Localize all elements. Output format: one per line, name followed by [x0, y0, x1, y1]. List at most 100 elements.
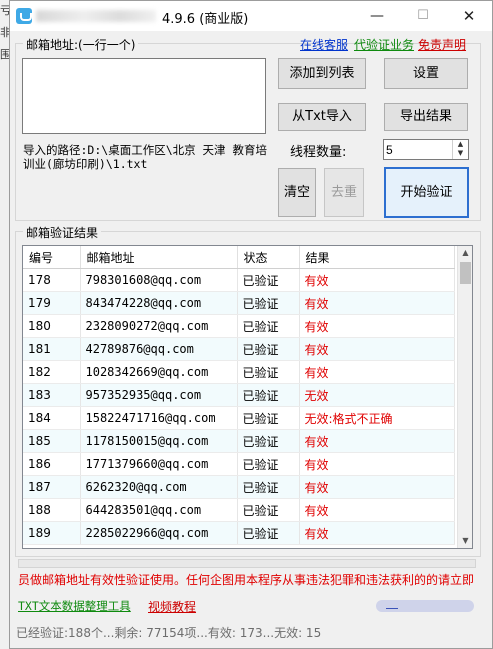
- video-tutorial-link[interactable]: 视频教程: [148, 598, 196, 615]
- scroll-down-icon[interactable]: ▼: [458, 534, 472, 548]
- cell-status: 已验证: [237, 314, 300, 338]
- start-verify-button[interactable]: 开始验证: [384, 167, 469, 218]
- maximize-button[interactable]: ☐: [400, 1, 446, 31]
- cell-status: 已验证: [237, 360, 300, 384]
- cell-result: 有效: [299, 475, 455, 499]
- cell-email: 1178150015@qq.com: [80, 429, 238, 453]
- cell-id: 182: [23, 360, 81, 384]
- cell-email: 1771379660@qq.com: [80, 452, 238, 476]
- table-row[interactable]: 184 15822471716@qq.com 已验证 无效:格式不正确: [23, 406, 455, 430]
- table-row[interactable]: 179 843474228@qq.com 已验证 有效: [23, 291, 455, 315]
- scroll-up-icon[interactable]: ▲: [458, 246, 472, 260]
- minimize-button[interactable]: —: [354, 1, 400, 31]
- table-row[interactable]: 178 798301608@qq.com 已验证 有效: [23, 268, 455, 292]
- cell-id: 178: [23, 268, 81, 292]
- app-window: 4.9.6 (商业版) — ☐ ✕ 邮箱地址:(一行一个) 在线客服 代验证业务…: [9, 0, 493, 649]
- import-txt-button[interactable]: 从Txt导入: [278, 103, 366, 131]
- cell-status: 已验证: [237, 337, 300, 361]
- column-header-id[interactable]: 编号: [23, 246, 81, 269]
- cell-email: 42789876@qq.com: [80, 337, 238, 361]
- cell-id: 180: [23, 314, 81, 338]
- import-path-text: 导入的路径:D:\桌面工作区\北京 天津 教育培训业(廊坊印刷)\1.txt: [23, 143, 267, 171]
- thread-count-input[interactable]: [386, 142, 450, 158]
- cell-result: 有效: [299, 360, 455, 384]
- status-bar-text: 已经验证:188个...剩余: 77154项...有效: 173...无效: 1…: [16, 626, 322, 640]
- cell-id: 188: [23, 498, 81, 522]
- strip-char: 围: [0, 48, 9, 61]
- close-button[interactable]: ✕: [446, 1, 492, 31]
- spin-up-icon[interactable]: ▲: [453, 140, 468, 149]
- cell-email: 2285022966@qq.com: [80, 521, 238, 545]
- table-row[interactable]: 188 644283501@qq.com 已验证 有效: [23, 498, 455, 522]
- cell-status: 已验证: [237, 406, 300, 430]
- edition-text: (商业版): [199, 12, 249, 27]
- cell-status: 已验证: [237, 452, 300, 476]
- table-row[interactable]: 181 42789876@qq.com 已验证 有效: [23, 337, 455, 361]
- thread-count-label: 线程数量:: [290, 145, 347, 160]
- table-row[interactable]: 182 1028342669@qq.com 已验证 有效: [23, 360, 455, 384]
- version-text: 4.9.6: [162, 12, 196, 27]
- results-table[interactable]: 编号 邮箱地址 状态 结果 178 798301608@qq.com 已验证 有效 17…: [22, 245, 473, 549]
- table-body: 178 798301608@qq.com 已验证 有效 179 843474228@qq.…: [23, 268, 455, 545]
- strip-char: 非: [0, 26, 9, 39]
- cell-email: 798301608@qq.com: [80, 268, 238, 292]
- cell-status: 已验证: [237, 268, 300, 292]
- cell-id: 179: [23, 291, 81, 315]
- cell-result: 有效: [299, 521, 455, 545]
- cell-result: 有效: [299, 498, 455, 522]
- scrollbar-thumb[interactable]: [460, 262, 471, 284]
- clear-button[interactable]: 清空: [278, 168, 316, 217]
- dedupe-button[interactable]: 去重: [324, 168, 364, 217]
- table-row[interactable]: 183 957352935@qq.com 已验证 无效: [23, 383, 455, 407]
- app-icon: [16, 8, 32, 24]
- cell-result: 有效: [299, 452, 455, 476]
- cell-result: 无效: [299, 383, 455, 407]
- title-bar: 4.9.6 (商业版) — ☐ ✕: [10, 1, 492, 31]
- verification-service-link[interactable]: 代验证业务: [354, 36, 414, 53]
- cell-email: 2328090272@qq.com: [80, 314, 238, 338]
- strip-char: 亏: [0, 4, 9, 17]
- table-row[interactable]: 185 1178150015@qq.com 已验证 有效: [23, 429, 455, 453]
- export-results-button[interactable]: 导出结果: [384, 103, 468, 131]
- column-header-status[interactable]: 状态: [237, 246, 300, 269]
- cell-email: 957352935@qq.com: [80, 383, 238, 407]
- add-to-list-button[interactable]: 添加到列表: [278, 58, 366, 89]
- window-title: 4.9.6 (商业版): [162, 8, 248, 27]
- progress-bar: [376, 600, 474, 612]
- cell-result: 有效: [299, 429, 455, 453]
- cell-id: 184: [23, 406, 81, 430]
- thread-count-spinner[interactable]: ▲ ▼: [383, 139, 469, 160]
- cell-result: 有效: [299, 337, 455, 361]
- table-row[interactable]: 189 2285022966@qq.com 已验证 有效: [23, 521, 455, 545]
- cell-status: 已验证: [237, 291, 300, 315]
- disclaimer-link[interactable]: 免责声明: [418, 36, 466, 53]
- table-row[interactable]: 180 2328090272@qq.com 已验证 有效: [23, 314, 455, 338]
- results-grid: 编号 邮箱地址 状态 结果 178 798301608@qq.com 已验证 有效 17…: [23, 246, 455, 545]
- blurred-app-name: [36, 10, 156, 22]
- table-row[interactable]: 186 1771379660@qq.com 已验证 有效: [23, 452, 455, 476]
- email-input-label: 邮箱地址:(一行一个): [23, 36, 139, 53]
- cell-result: 无效:格式不正确: [299, 406, 455, 430]
- settings-button[interactable]: 设置: [384, 58, 468, 89]
- cell-id: 183: [23, 383, 81, 407]
- spin-down-icon[interactable]: ▼: [453, 149, 468, 158]
- spinner-buttons[interactable]: ▲ ▼: [452, 140, 468, 159]
- table-row[interactable]: 187 6262320@qq.com 已验证 有效: [23, 475, 455, 499]
- online-support-link[interactable]: 在线客服: [300, 36, 348, 53]
- cell-id: 185: [23, 429, 81, 453]
- cell-id: 186: [23, 452, 81, 476]
- cell-email: 843474228@qq.com: [80, 291, 238, 315]
- progress-marker: [386, 608, 398, 609]
- column-header-email[interactable]: 邮箱地址: [80, 246, 238, 269]
- txt-tool-link[interactable]: TXT文本数据整理工具: [18, 598, 131, 614]
- vertical-scrollbar[interactable]: ▲ ▼: [457, 246, 472, 548]
- email-input-textarea[interactable]: [22, 58, 266, 134]
- column-header-result[interactable]: 结果: [299, 246, 455, 269]
- notice-scrollbar[interactable]: [18, 559, 476, 568]
- cell-status: 已验证: [237, 429, 300, 453]
- cell-result: 有效: [299, 268, 455, 292]
- cell-result: 有效: [299, 291, 455, 315]
- table-header-row: 编号 邮箱地址 状态 结果: [23, 246, 455, 269]
- cell-email: 644283501@qq.com: [80, 498, 238, 522]
- cell-status: 已验证: [237, 383, 300, 407]
